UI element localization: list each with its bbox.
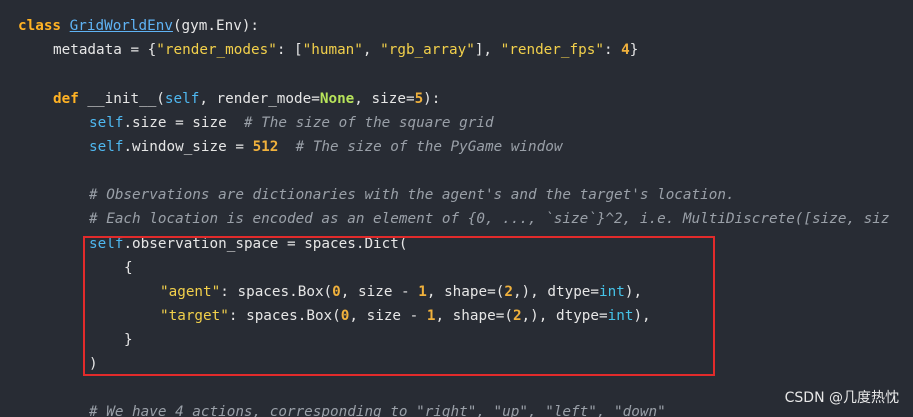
code-line-window-size: self.window_size = 512 # The size of the…: [89, 137, 562, 157]
string-literal: "rgb_array": [380, 42, 475, 58]
code-text: , size=: [354, 91, 415, 107]
code-line-init-def: def __init__(self, render_mode=None, siz…: [53, 89, 440, 109]
string-literal: "human": [302, 42, 363, 58]
code-text: :: [603, 42, 622, 58]
code-line-comment-encoding: # Each location is encoded as an element…: [89, 209, 890, 229]
code-comment: # Observations are dictionaries with the…: [89, 187, 735, 203]
number-literal: 4: [621, 42, 630, 58]
code-text: }: [629, 42, 639, 58]
code-text: , render_mode=: [199, 91, 320, 107]
code-comment: # The size of the square grid: [243, 115, 494, 131]
self-keyword: self: [89, 115, 124, 131]
code-comment: # The size of the PyGame window: [295, 139, 563, 155]
self-keyword: self: [164, 91, 200, 107]
keyword-def: def: [53, 91, 79, 107]
code-text: metadata = {: [53, 42, 157, 58]
code-text: : [: [276, 42, 303, 58]
watermark: CSDN @几度热忱: [784, 390, 899, 406]
class-name: GridWorldEnv: [69, 18, 173, 34]
code-line-comment-observations: # Observations are dictionaries with the…: [89, 185, 735, 205]
code-text: ],: [474, 42, 501, 58]
number-literal: 5: [414, 91, 424, 107]
code-line-class-def: class GridWorldEnv(gym.Env):: [18, 16, 259, 36]
code-comment: # Each location is encoded as an element…: [89, 211, 890, 227]
code-text: ):: [423, 91, 441, 107]
self-keyword: self: [89, 139, 124, 155]
code-text: ,: [362, 42, 381, 58]
code-editor[interactable]: class GridWorldEnv(gym.Env): metadata = …: [0, 0, 913, 417]
string-literal: "render_fps": [500, 42, 604, 58]
code-line-comment-actions: # We have 4 actions, corresponding to "r…: [89, 402, 666, 417]
string-literal: "render_modes": [156, 42, 277, 58]
none-keyword: None: [319, 91, 355, 107]
code-line-self-size: self.size = size # The size of the squar…: [89, 113, 494, 133]
code-line-metadata: metadata = {"render_modes": ["human", "r…: [53, 40, 638, 60]
function-name: __init__(: [78, 91, 165, 107]
number-literal: 512: [252, 139, 279, 155]
code-text: .size = size: [123, 115, 244, 131]
code-text: (gym.Env):: [172, 18, 260, 34]
code-comment: # We have 4 actions, corresponding to "r…: [89, 404, 666, 417]
keyword-class: class: [18, 18, 62, 34]
code-text: .window_size =: [123, 139, 253, 155]
highlight-box: [83, 236, 715, 376]
